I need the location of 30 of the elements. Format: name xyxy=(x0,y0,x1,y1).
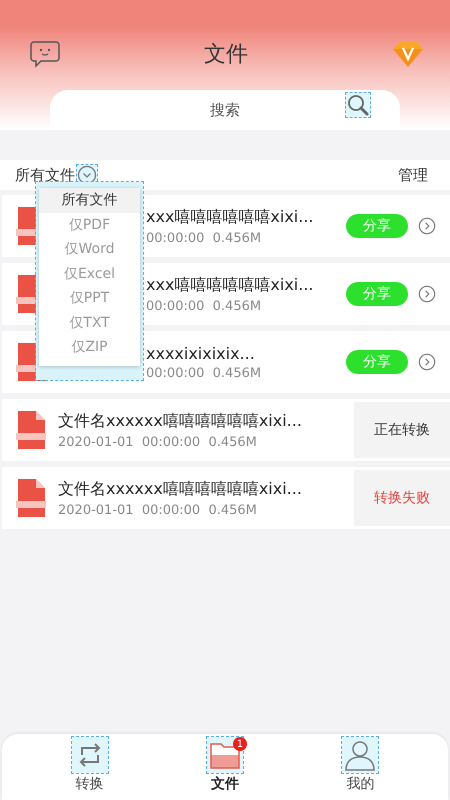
file-meta: 00:00:00 0.456M xyxy=(146,230,262,246)
file-meta: 00:00:00 0.456M xyxy=(146,366,262,380)
chevron-right-icon[interactable] xyxy=(418,353,436,371)
diamond-icon[interactable] xyxy=(392,40,424,68)
file-meta: 2020-01-01 00:00:00 0.456M xyxy=(58,434,258,450)
search-field[interactable]: 搜索 xyxy=(210,100,240,120)
search-icon[interactable] xyxy=(346,93,370,117)
file-name: xxxxixixixix... xyxy=(146,344,256,362)
nav-tab[interactable]: 我的 xyxy=(346,775,374,793)
file-name: xxx嘻嘻嘻嘻嘻嘻xixi... xyxy=(146,206,314,228)
nav-tab[interactable]: 文件 xyxy=(210,775,239,793)
pdf-file-icon xyxy=(16,479,46,517)
filter-label[interactable]: 所有文件 xyxy=(15,166,75,184)
file-row[interactable]: 文件名xxxxxx嘻嘻嘻嘻嘻嘻xixi... 2020-01-01 00:00:00 0.456M 转换失败 xyxy=(2,467,450,529)
chevron-right-icon[interactable] xyxy=(418,285,436,303)
file-meta: 2020-01-01 00:00:00 0.456M xyxy=(58,502,258,518)
status-label: 转换失败 xyxy=(354,470,450,526)
menu-item[interactable]: 所有文件 xyxy=(39,188,140,212)
nav-tab[interactable]: 转换 xyxy=(76,775,104,793)
chevron-right-icon[interactable] xyxy=(418,217,436,235)
file-name: xxx嘻嘻嘻嘻嘻嘻xixi... xyxy=(146,274,314,296)
file-row[interactable]: 文件名xxxxxx嘻嘻嘻嘻嘻嘻xixi... 2020-01-01 00:00:00 0.456M 正在转换 xyxy=(2,399,450,461)
page-title: 文件 xyxy=(204,41,248,69)
file-meta: 00:00:00 0.456M xyxy=(146,298,262,314)
chat-face-icon[interactable] xyxy=(30,40,60,68)
pdf-file-icon xyxy=(16,411,46,449)
file-name: 文件名xxxxxx嘻嘻嘻嘻嘻嘻xixi... xyxy=(58,478,303,500)
file-name: 文件名xxxxxx嘻嘻嘻嘻嘻嘻xixi... xyxy=(58,410,303,432)
status-label: 正在转换 xyxy=(354,402,450,458)
manage-link[interactable]: 管理 xyxy=(398,166,428,184)
